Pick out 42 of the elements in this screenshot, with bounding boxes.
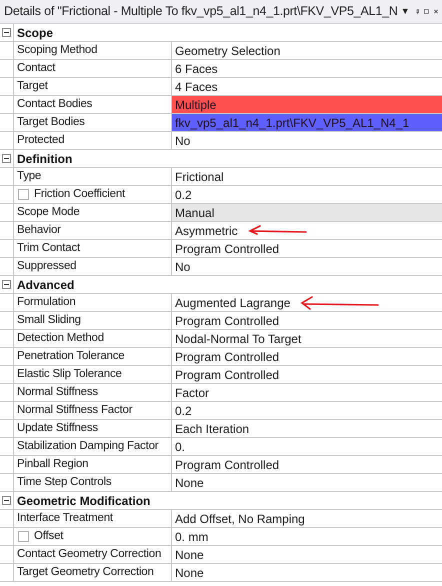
property-label: Contact: [17, 60, 56, 76]
property-label: Elastic Slip Tolerance: [17, 366, 122, 382]
property-label: Suppressed: [17, 258, 76, 274]
property-label: Type: [17, 168, 42, 184]
property-label: Target Geometry Correction: [17, 564, 154, 580]
property-label: Scope Mode: [17, 204, 80, 220]
property-label: Normal Stiffness Factor: [17, 402, 132, 418]
property-label: Small Sliding: [17, 312, 81, 328]
property-label: Penetration Tolerance: [17, 348, 124, 364]
property-label: Update Stiffness: [17, 420, 98, 436]
property-label: Interface Treatment: [17, 510, 113, 526]
property-label: Protected: [17, 132, 64, 148]
section-header: Definition: [13, 150, 442, 167]
property-label: Offset: [34, 528, 64, 544]
section-header: Advanced: [13, 276, 442, 293]
collapse-toggle[interactable]: [2, 154, 11, 163]
checkbox[interactable]: [18, 531, 29, 542]
dropdown-caret[interactable]: ▼: [400, 4, 410, 18]
checkbox[interactable]: [18, 189, 29, 200]
property-label: Target Bodies: [17, 114, 85, 130]
collapse-toggle[interactable]: [2, 496, 11, 505]
collapse-toggle[interactable]: [2, 280, 11, 289]
property-label: Contact Geometry Correction: [17, 546, 162, 562]
property-value[interactable]: Multiple: [172, 96, 442, 113]
window-title: Details of "Frictional - Multiple To fkv_vp5_al1_n4_1.prt\FKV_VP5_AL1_N: [4, 3, 398, 20]
property-label: Time Step Controls: [17, 474, 112, 490]
property-label: Scoping Method: [17, 42, 98, 58]
property-label: Contact Bodies: [17, 96, 92, 112]
property-label: Friction Coefficient: [34, 186, 126, 202]
property-label: Stabilization Damping Factor: [17, 438, 158, 454]
property-label: Normal Stiffness: [17, 384, 98, 400]
property-value[interactable]: Manual: [172, 204, 442, 221]
section-header: Geometric Modification: [13, 492, 442, 509]
property-label: Behavior: [17, 222, 61, 238]
collapse-toggle[interactable]: [2, 28, 11, 37]
property-label: Detection Method: [17, 330, 104, 346]
section-header: Scope: [13, 24, 442, 41]
property-value[interactable]: fkv_vp5_al1_n4_1.prt\FKV_VP5_AL1_N4_1: [172, 114, 442, 131]
property-label: Target: [17, 78, 48, 94]
property-label: Pinball Region: [17, 456, 88, 472]
property-label: Formulation: [17, 294, 76, 310]
property-label: Trim Contact: [17, 240, 80, 256]
